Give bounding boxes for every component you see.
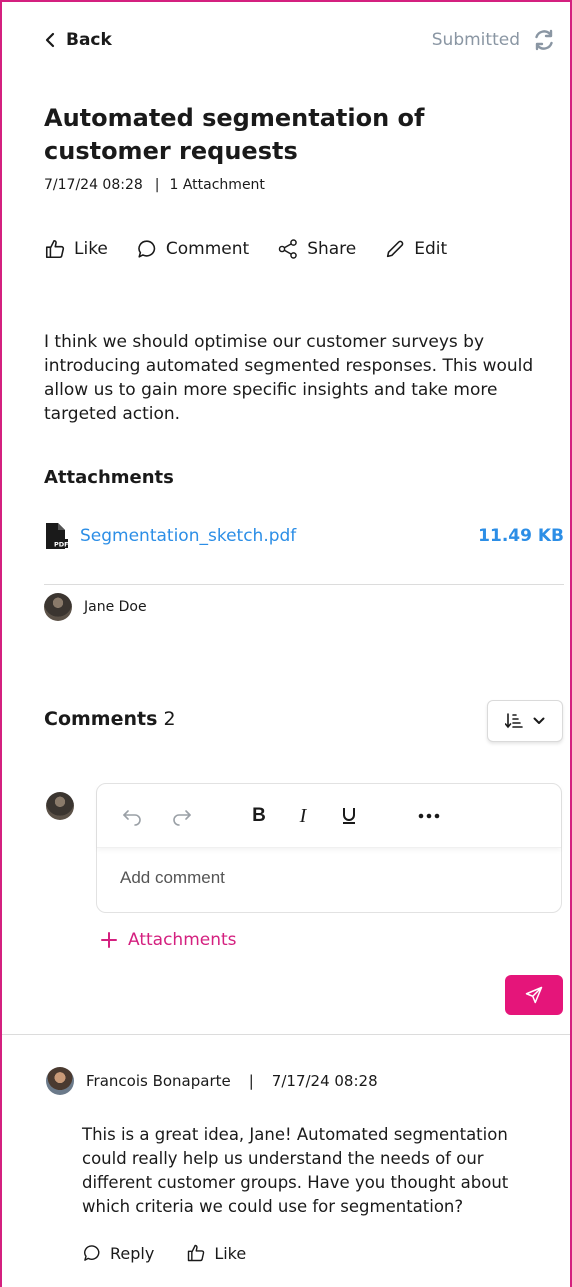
chevron-left-icon: [45, 32, 55, 48]
comment-icon: [138, 240, 156, 258]
editor-toolbar: B I: [97, 784, 561, 848]
svg-text:PDF: PDF: [54, 541, 68, 549]
sort-icon: [505, 713, 523, 729]
thumbs-up-icon: [45, 239, 65, 259]
attachment-name[interactable]: Segmentation_sketch.pdf: [80, 526, 478, 546]
redo-icon[interactable]: [169, 804, 193, 828]
page-title: Automated segmentation of customer reque…: [44, 104, 425, 165]
avatar: [44, 593, 72, 621]
attachment-count: 1 Attachment: [169, 177, 265, 193]
author-name: Jane Doe: [84, 599, 147, 615]
comment-label: Comment: [165, 239, 250, 259]
comments-title: Comments: [44, 708, 158, 730]
attachments-heading: Attachments: [44, 467, 174, 488]
more-icon[interactable]: [415, 804, 443, 828]
status-label: Submitted: [431, 30, 520, 50]
edit-label: Edit: [414, 239, 448, 259]
like-button[interactable]: Like: [44, 238, 108, 260]
sort-dropdown[interactable]: [487, 700, 563, 742]
underline-icon[interactable]: [337, 804, 361, 828]
current-user-avatar: [46, 792, 74, 820]
meta-separator: |: [154, 177, 160, 193]
send-button[interactable]: [505, 975, 563, 1015]
send-icon: [525, 986, 543, 1004]
comment-icon: [84, 1245, 100, 1261]
back-label: Back: [66, 30, 112, 50]
comment-button[interactable]: Comment: [136, 238, 249, 260]
undo-icon[interactable]: [121, 804, 145, 828]
divider: [2, 1034, 570, 1035]
share-label: Share: [307, 239, 357, 259]
chevron-down-icon: [533, 717, 545, 724]
attachment-size: 11.49 KB: [478, 526, 564, 546]
reply-button[interactable]: Reply: [82, 1243, 154, 1263]
comment-text: This is a great idea, Jane! Automated se…: [82, 1125, 509, 1216]
idea-description: I think we should optimise our customer …: [44, 332, 534, 424]
italic-icon[interactable]: I: [291, 804, 315, 828]
like-label: Like: [214, 1243, 247, 1263]
thumbs-up-icon: [188, 1244, 205, 1262]
comment-header: Francois Bonaparte | 7/17/24 08:28: [46, 1067, 378, 1095]
comment-author: Francois Bonaparte: [86, 1072, 231, 1090]
idea-meta: 7/17/24 08:28 | 1 Attachment: [44, 177, 265, 193]
share-button[interactable]: Share: [277, 238, 356, 260]
edit-button[interactable]: Edit: [384, 238, 447, 260]
idea-actions: Like Comment Share Edit: [44, 238, 475, 260]
reply-label: Reply: [110, 1243, 155, 1263]
share-icon: [278, 239, 298, 259]
divider: [44, 584, 564, 585]
comment-like-button[interactable]: Like: [186, 1243, 246, 1263]
pdf-file-icon: PDF: [46, 523, 68, 549]
status-indicator: Submitted: [432, 28, 556, 52]
meta-separator: |: [248, 1072, 254, 1090]
like-label: Like: [74, 239, 108, 259]
plus-icon: [101, 932, 117, 948]
comment-actions: Reply Like: [82, 1243, 278, 1263]
idea-date: 7/17/24 08:28: [44, 177, 143, 193]
comment-input-placeholder[interactable]: Add comment: [120, 868, 225, 888]
comment-editor[interactable]: B I Add comment: [96, 783, 562, 913]
avatar: [46, 1067, 74, 1095]
sync-icon[interactable]: [532, 28, 556, 52]
comment-date: 7/17/24 08:28: [271, 1072, 378, 1090]
add-attachments-button[interactable]: Attachments: [100, 930, 237, 950]
comments-heading: Comments 2: [44, 708, 176, 730]
bold-icon[interactable]: B: [247, 804, 271, 828]
idea-author: Jane Doe: [44, 593, 147, 621]
add-attachments-label: Attachments: [128, 930, 237, 950]
pencil-icon: [387, 240, 404, 258]
attachment-item[interactable]: PDF Segmentation_sketch.pdf 11.49 KB: [44, 522, 564, 550]
back-button[interactable]: Back: [44, 30, 112, 50]
comments-count: 2: [163, 708, 176, 730]
